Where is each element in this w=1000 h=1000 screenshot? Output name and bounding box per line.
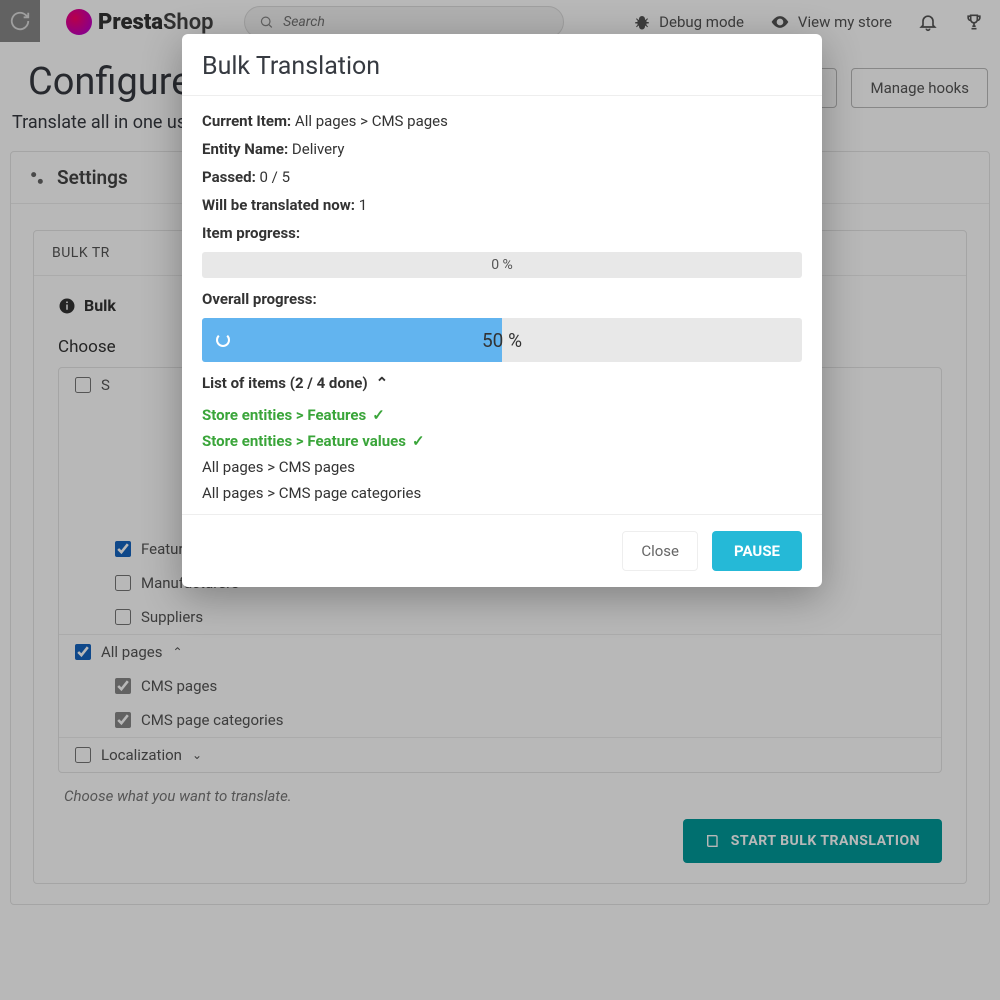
item-progress-bar: 0 % — [202, 252, 802, 278]
list-item: All pages > CMS pages — [202, 454, 802, 480]
will-label: Will be translated now: — [202, 196, 355, 214]
entity-value: Delivery — [292, 140, 345, 158]
chevron-up-icon: ⌃ — [376, 374, 389, 392]
passed-value: 0 / 5 — [260, 168, 291, 186]
passed-label: Passed: — [202, 168, 256, 186]
overall-progress-bar: 50 % — [202, 318, 802, 362]
close-button[interactable]: Close — [622, 531, 698, 571]
check-icon: ✓ — [412, 432, 425, 450]
check-icon: ✓ — [372, 406, 385, 424]
bulk-translation-modal: Bulk Translation Current Item: All pages… — [182, 34, 822, 587]
list-item: All pages > CMS page categories — [202, 480, 802, 506]
list-label: List of items (2 / 4 done) — [202, 374, 368, 392]
pause-button[interactable]: PAUSE — [712, 531, 802, 571]
overall-progress-value: 50 % — [482, 329, 522, 352]
overall-label: Overall progress: — [202, 290, 317, 308]
spinner-icon — [216, 333, 230, 347]
current-item-value: All pages > CMS pages — [295, 112, 448, 130]
will-value: 1 — [359, 196, 367, 214]
list-header[interactable]: List of items (2 / 4 done) ⌃ — [202, 374, 802, 392]
list-item: Store entities > Features✓ — [202, 402, 802, 428]
item-progress-value: 0 % — [491, 257, 513, 273]
item-progress-label: Item progress: — [202, 224, 300, 242]
list-item: Store entities > Feature values✓ — [202, 428, 802, 454]
entity-label: Entity Name: — [202, 140, 288, 158]
current-item-label: Current Item: — [202, 112, 291, 130]
modal-title: Bulk Translation — [202, 52, 802, 81]
